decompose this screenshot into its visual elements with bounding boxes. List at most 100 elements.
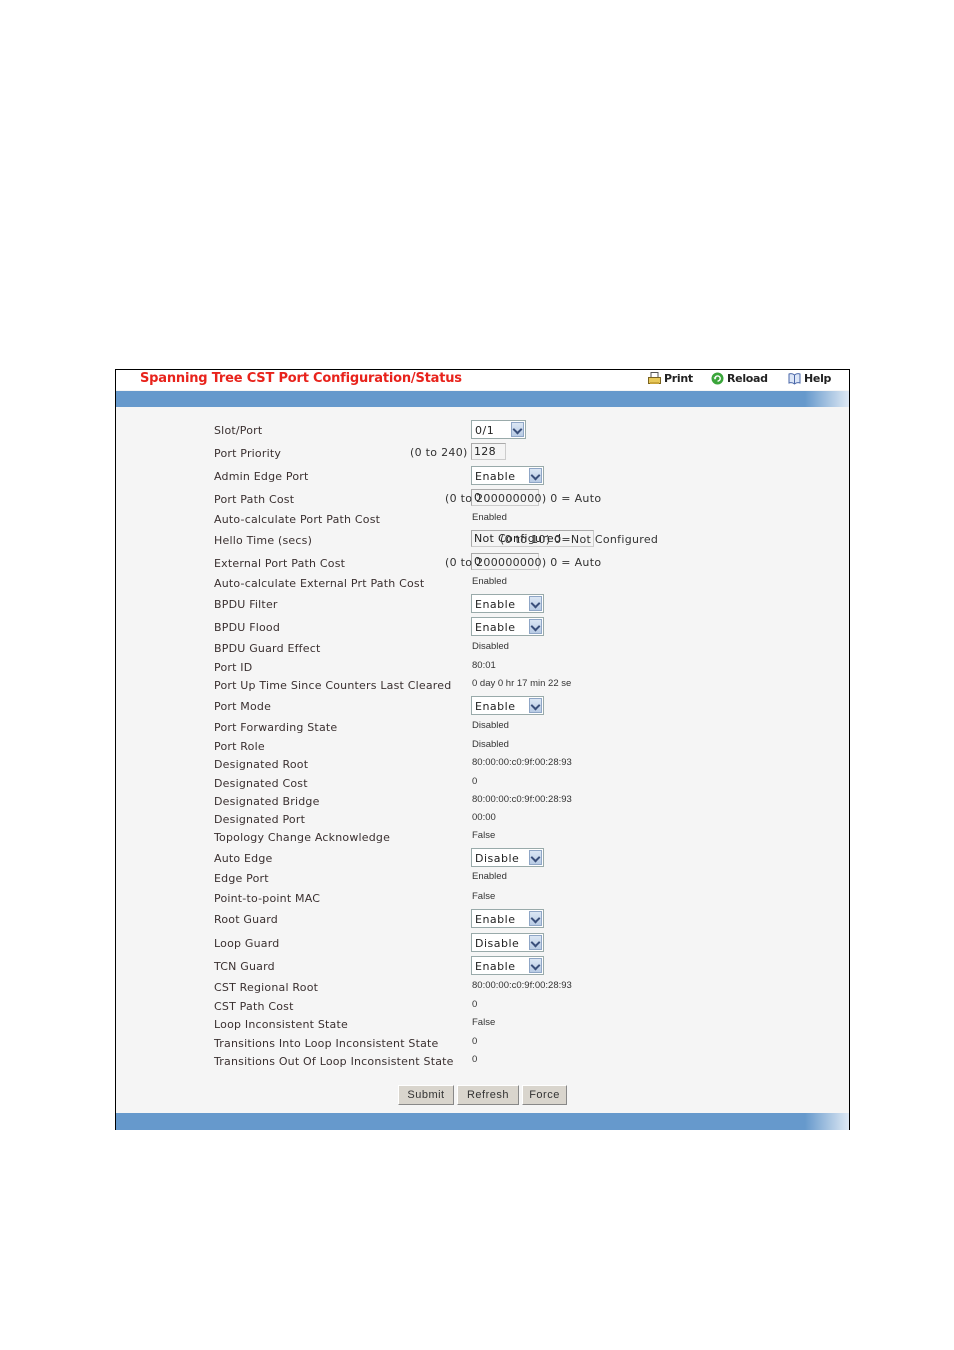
field-select[interactable]: Enable bbox=[471, 466, 544, 485]
field-label: Transitions Into Loop Inconsistent State bbox=[214, 1037, 439, 1050]
help-book-icon bbox=[788, 372, 801, 385]
field-row: BPDU Guard Effect Disabled bbox=[214, 640, 834, 658]
field-row: Transitions Into Loop Inconsistent State… bbox=[214, 1035, 834, 1053]
field-row: Root Guard Enable bbox=[214, 909, 834, 929]
field-label: Loop Guard bbox=[214, 937, 280, 950]
field-input[interactable]: 128 bbox=[471, 443, 506, 460]
field-row: Topology Change Acknowledge False bbox=[214, 829, 834, 847]
field-row: Point-to-point MAC False bbox=[214, 890, 834, 908]
field-row: Port Path Cost 0 (0 to 200000000) 0 = Auto bbox=[214, 489, 834, 509]
field-label: Admin Edge Port bbox=[214, 470, 309, 483]
field-row: Port Forwarding State Disabled bbox=[214, 719, 834, 737]
field-value: 0 bbox=[472, 1036, 478, 1047]
field-value: 80:00:00:c0:9f:00:28:93 bbox=[472, 794, 572, 805]
field-row: Edge Port Enabled bbox=[214, 870, 834, 888]
field-label: Port ID bbox=[214, 661, 253, 674]
select-value: 0/1 bbox=[475, 424, 495, 437]
field-label: Auto-calculate External Prt Path Cost bbox=[214, 577, 425, 590]
field-select[interactable]: Enable bbox=[471, 956, 544, 975]
field-label: BPDU Filter bbox=[214, 598, 278, 611]
field-value: 0 bbox=[472, 776, 478, 787]
print-button[interactable]: Print bbox=[648, 372, 693, 385]
field-label: BPDU Flood bbox=[214, 621, 281, 634]
field-row: Designated Bridge 80:00:00:c0:9f:00:28:93 bbox=[214, 793, 834, 811]
chevron-down-icon[interactable] bbox=[529, 911, 542, 926]
field-value: Enabled bbox=[472, 871, 507, 882]
field-row: CST Path Cost 0 bbox=[214, 998, 834, 1016]
field-row: Designated Cost 0 bbox=[214, 775, 834, 793]
chevron-down-icon[interactable] bbox=[529, 596, 542, 611]
field-label: Point-to-point MAC bbox=[214, 892, 321, 905]
field-value: 0 bbox=[472, 999, 478, 1010]
select-value: Disable bbox=[475, 937, 520, 950]
refresh-button[interactable]: Refresh bbox=[457, 1085, 519, 1105]
field-label: Root Guard bbox=[214, 913, 278, 926]
help-label: Help bbox=[804, 372, 832, 385]
field-row: Port Priority 128 (0 to 240) bbox=[214, 443, 834, 463]
field-row: Loop Guard Disable bbox=[214, 933, 834, 953]
field-row: Port Role Disabled bbox=[214, 738, 834, 756]
select-value: Enable bbox=[475, 700, 516, 713]
select-value: Enable bbox=[475, 621, 516, 634]
field-label: Designated Root bbox=[214, 758, 309, 771]
field-select[interactable]: Enable bbox=[471, 617, 544, 636]
field-label: TCN Guard bbox=[214, 960, 275, 973]
field-select[interactable]: Disable bbox=[471, 848, 544, 867]
field-label: Loop Inconsistent State bbox=[214, 1018, 348, 1031]
field-value: 0 day 0 hr 17 min 22 se bbox=[472, 678, 572, 689]
field-label: Slot/Port bbox=[214, 424, 263, 437]
help-button[interactable]: Help bbox=[788, 372, 831, 385]
field-value: 80:01 bbox=[472, 660, 496, 671]
field-row: Slot/Port 0/1 bbox=[214, 420, 834, 440]
field-hint: (0 to 200000000) 0 = Auto bbox=[445, 492, 602, 505]
field-row: Loop Inconsistent State False bbox=[214, 1016, 834, 1034]
reload-button[interactable]: Reload bbox=[711, 372, 768, 385]
field-label: Designated Cost bbox=[214, 777, 308, 790]
field-value: False bbox=[472, 830, 496, 841]
field-row: Port ID 80:01 bbox=[214, 659, 834, 677]
submit-button[interactable]: Submit bbox=[398, 1085, 454, 1105]
chevron-down-icon[interactable] bbox=[529, 619, 542, 634]
field-hint: (0 to 200000000) 0 = Auto bbox=[445, 556, 602, 569]
field-label: BPDU Guard Effect bbox=[214, 642, 321, 655]
field-label: Port Up Time Since Counters Last Cleared bbox=[214, 679, 452, 692]
field-row: CST Regional Root 80:00:00:c0:9f:00:28:93 bbox=[214, 979, 834, 997]
field-value: 80:00:00:c0:9f:00:28:93 bbox=[472, 757, 572, 768]
field-select[interactable]: Enable bbox=[471, 909, 544, 928]
field-label: Topology Change Acknowledge bbox=[214, 831, 391, 844]
field-row: Designated Port 00:00 bbox=[214, 811, 834, 829]
select-value: Enable bbox=[475, 913, 516, 926]
field-value: 00:00 bbox=[472, 812, 496, 823]
field-row: Port Mode Enable bbox=[214, 696, 834, 716]
chevron-down-icon[interactable] bbox=[529, 698, 542, 713]
select-value: Disable bbox=[475, 852, 520, 865]
field-label: Port Mode bbox=[214, 700, 272, 713]
field-row: Admin Edge Port Enable bbox=[214, 466, 834, 486]
field-label: Edge Port bbox=[214, 872, 269, 885]
field-select[interactable]: Disable bbox=[471, 933, 544, 952]
field-label: Port Path Cost bbox=[214, 493, 295, 506]
chevron-down-icon[interactable] bbox=[511, 422, 524, 437]
field-select[interactable]: Enable bbox=[471, 594, 544, 613]
field-row: Auto-calculate External Prt Path Cost Ena… bbox=[214, 575, 834, 593]
page-title: Spanning Tree CST Port Configuration/Sta… bbox=[140, 371, 462, 386]
field-select[interactable]: 0/1 bbox=[471, 420, 526, 439]
field-value: Disabled bbox=[472, 720, 509, 731]
chevron-down-icon[interactable] bbox=[529, 850, 542, 865]
field-hint: (0 to 10) 0=Not Configured bbox=[500, 533, 659, 546]
footer-bar bbox=[116, 1113, 849, 1130]
chevron-down-icon[interactable] bbox=[529, 935, 542, 950]
field-value: False bbox=[472, 1017, 496, 1028]
field-row: External Port Path Cost 0 (0 to 200000000)… bbox=[214, 553, 834, 573]
force-button[interactable]: Force bbox=[522, 1085, 567, 1105]
field-label: Port Role bbox=[214, 740, 265, 753]
field-select[interactable]: Enable bbox=[471, 696, 544, 715]
field-row: Auto-calculate Port Path Cost Enabled bbox=[214, 511, 834, 529]
chevron-down-icon[interactable] bbox=[529, 958, 542, 973]
field-label: Port Priority bbox=[214, 447, 282, 460]
select-value: Enable bbox=[475, 470, 516, 483]
chevron-down-icon[interactable] bbox=[529, 468, 542, 483]
field-value: Enabled bbox=[472, 512, 507, 523]
reload-icon bbox=[711, 372, 724, 385]
field-value: Disabled bbox=[472, 641, 509, 652]
